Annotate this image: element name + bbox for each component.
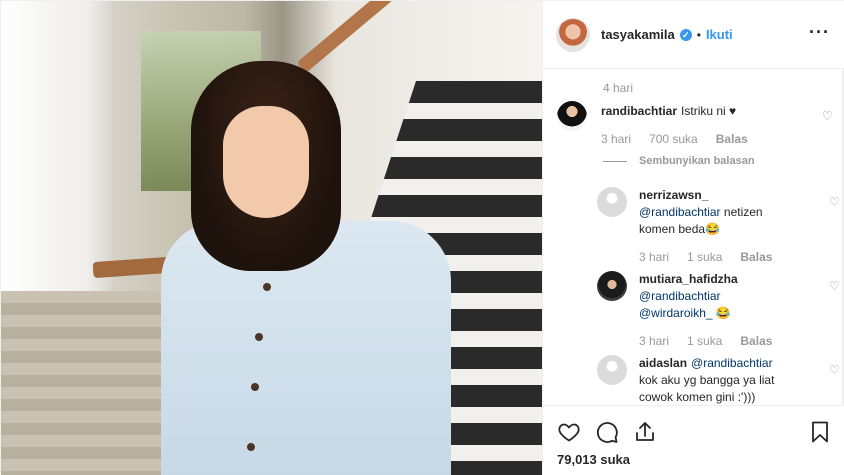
reply-time[interactable]: 3 hari (639, 333, 669, 350)
instagram-post-modal: tasyakamila ✓ • Ikuti ··· 4 hari randiba… (0, 0, 844, 475)
comment-username[interactable]: randibachtiar (601, 104, 677, 118)
reply-body: mutiara_hafidzha @randibachtiar @wirdaro… (639, 271, 789, 350)
hide-replies-line (603, 160, 627, 162)
photo-stone-base (1, 291, 161, 475)
reply-likes[interactable]: 1 suka (687, 249, 722, 266)
reply-username[interactable]: aidaslan (639, 356, 687, 370)
verified-badge-icon: ✓ (679, 28, 692, 41)
comment-body: randibachtiar Istriku ni ♥ 3 hari 700 suk… (601, 101, 786, 148)
reply-body: aidaslan @randibachtiar kok aku yg bangga… (639, 355, 789, 405)
photo-pillar (1, 1, 111, 301)
replier-avatar[interactable] (597, 271, 627, 301)
reply-button[interactable]: Balas (740, 249, 772, 266)
header-separator: • (696, 27, 701, 42)
hide-replies-toggle[interactable]: Sembunyikan balasan (603, 155, 755, 167)
reply-likes[interactable]: 1 suka (687, 333, 722, 350)
commenter-avatar[interactable] (557, 101, 587, 131)
reply-time[interactable]: 3 hari (639, 249, 669, 266)
photo-shirt-button (251, 383, 259, 391)
action-icons-group (557, 420, 657, 444)
share-icon[interactable] (633, 420, 657, 444)
reply-item: mutiara_hafidzha @randibachtiar @wirdaro… (597, 271, 840, 350)
post-side-panel: tasyakamila ✓ • Ikuti ··· 4 hari randiba… (542, 1, 844, 475)
reply-item: aidaslan @randibachtiar kok aku yg bangga… (597, 355, 840, 405)
post-actions-bar: 79,013 suka (543, 405, 844, 475)
reply-button[interactable]: Balas (716, 131, 748, 148)
post-header: tasyakamila ✓ • Ikuti ··· (543, 1, 844, 69)
comment-time[interactable]: 3 hari (601, 131, 631, 148)
comment-likes[interactable]: 700 suka (649, 131, 698, 148)
photo-shirt-button (263, 283, 271, 291)
post-likes-count[interactable]: 79,013 suka (557, 452, 630, 467)
bookmark-icon[interactable] (808, 420, 832, 444)
reply-username[interactable]: mutiara_hafidzha (639, 272, 738, 286)
post-age: 4 hari (603, 81, 634, 95)
reply-mention[interactable]: @randibachtiar (691, 356, 773, 370)
reply-button[interactable]: Balas (740, 333, 772, 350)
reply-text: kok aku yg bangga ya liat cowok komen gi… (639, 373, 775, 404)
reply-item: nerrizawsn_ @randibachtiar netizen komen… (597, 187, 840, 266)
photo-shirt-button (247, 443, 255, 451)
comment-meta: 3 hari 700 suka Balas (601, 131, 786, 148)
author-avatar[interactable] (557, 18, 589, 51)
reply-mention[interactable]: @randibachtiar (639, 289, 721, 303)
like-reply-heart-icon[interactable]: ♡ (829, 195, 841, 209)
comments-list[interactable]: 4 hari randibachtiar Istriku ni ♥ 3 hari … (543, 69, 844, 405)
reply-username[interactable]: nerrizawsn_ (639, 188, 708, 202)
hide-replies-label: Sembunyikan balasan (639, 155, 755, 167)
replier-avatar[interactable] (597, 187, 627, 217)
follow-button[interactable]: Ikuti (706, 27, 733, 42)
author-username[interactable]: tasyakamila (601, 27, 675, 42)
more-options-icon[interactable]: ··· (809, 23, 830, 41)
photo-shirt-button (255, 333, 263, 341)
replier-avatar[interactable] (597, 355, 627, 385)
reply-meta: 3 hari 1 suka Balas (639, 333, 789, 350)
like-reply-heart-icon[interactable]: ♡ (829, 363, 841, 377)
reply-mention-secondary[interactable]: @wirdaroikh_ (639, 306, 713, 320)
post-photo[interactable] (1, 1, 542, 475)
reply-body: nerrizawsn_ @randibachtiar netizen komen… (639, 187, 789, 266)
reply-meta: 3 hari 1 suka Balas (639, 249, 789, 266)
reply-mention[interactable]: @randibachtiar (639, 205, 721, 219)
photo-person (151, 61, 491, 475)
heart-icon[interactable] (557, 420, 581, 444)
comment-text: Istriku ni ♥ (681, 104, 737, 118)
comment-bubble-icon[interactable] (595, 420, 619, 444)
like-comment-heart-icon[interactable]: ♡ (822, 109, 834, 123)
like-reply-heart-icon[interactable]: ♡ (829, 279, 841, 293)
comment-item: randibachtiar Istriku ni ♥ 3 hari 700 suk… (557, 101, 833, 148)
reply-text: 😂 (712, 306, 731, 320)
photo-face (223, 106, 309, 218)
